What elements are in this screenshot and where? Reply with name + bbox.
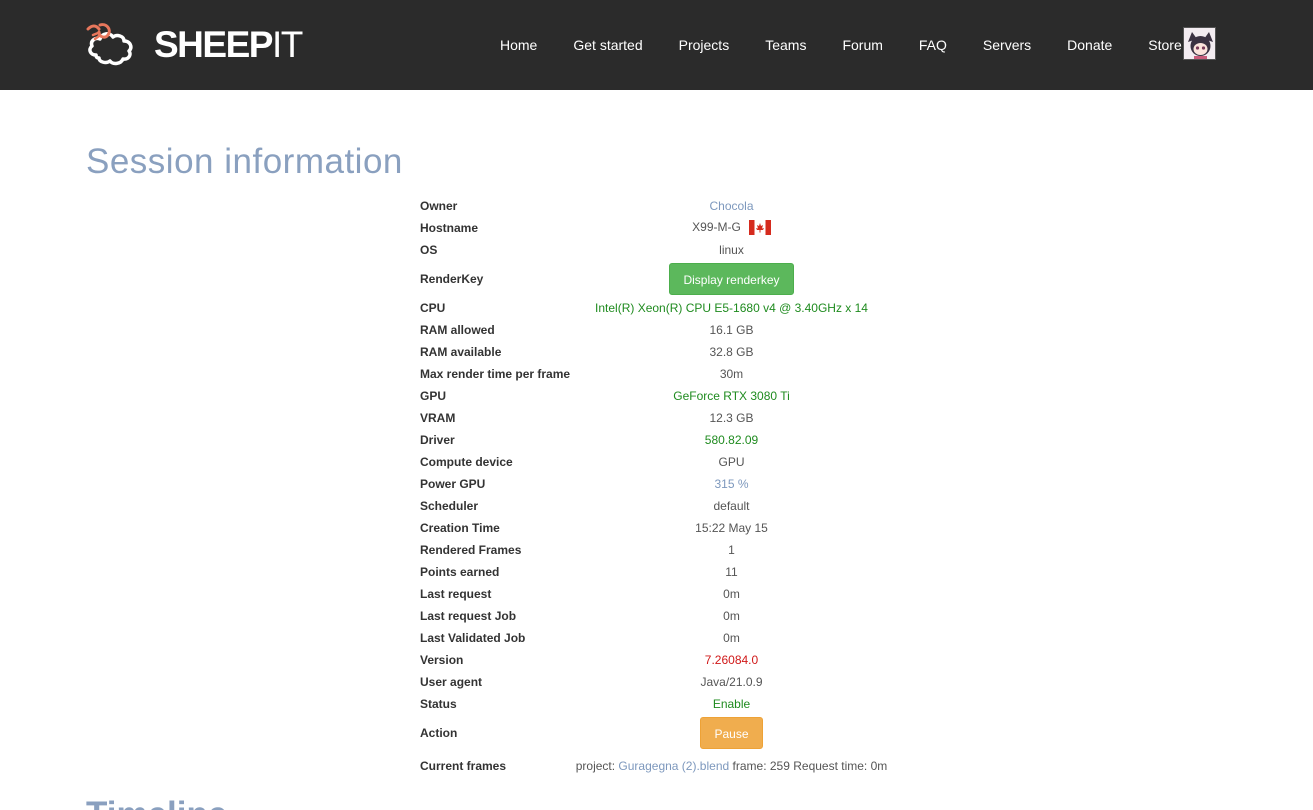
nav-faq[interactable]: FAQ (901, 0, 965, 90)
ram-allowed-value: 16.1 GB (709, 323, 754, 337)
brand-name-bold: SHEEP (154, 24, 273, 65)
row-gpu: GPU GeForce RTX 3080 Ti (420, 385, 1043, 407)
rendered-frames-value: 1 (728, 543, 735, 557)
row-max-render-time: Max render time per frame 30m (420, 363, 1043, 385)
ram-available-value: 32.8 GB (709, 345, 754, 359)
row-last-validated-job: Last Validated Job 0m (420, 627, 1043, 649)
row-vram: VRAM 12.3 GB (420, 407, 1043, 429)
row-last-request: Last request 0m (420, 583, 1043, 605)
row-current-frames: Current frames project: Guragegna (2).bl… (420, 751, 1043, 781)
avatar-icon (1184, 28, 1215, 59)
timeline-title: Timeline (86, 795, 227, 810)
row-owner: Owner Chocola (420, 195, 1043, 217)
row-action: Action Pause (420, 715, 1043, 751)
hostname-value: X99-M-G (692, 220, 741, 235)
last-request-value: 0m (723, 587, 740, 601)
row-creation-time: Creation Time 15:22 May 15 (420, 517, 1043, 539)
navbar: SHEEPIT Home Get started Projects Teams … (0, 0, 1313, 90)
row-status: Status Enable (420, 693, 1043, 715)
nav-projects[interactable]: Projects (661, 0, 748, 90)
last-validated-job-value: 0m (723, 631, 740, 645)
power-gpu-link[interactable]: 315 % (714, 477, 748, 491)
row-hostname: Hostname X99-M-G (420, 217, 1043, 239)
row-last-request-job: Last request Job 0m (420, 605, 1043, 627)
cpu-link[interactable]: Intel(R) Xeon(R) CPU E5-1680 v4 @ 3.40GH… (595, 301, 868, 315)
page-title: Session information (86, 142, 403, 181)
project-link[interactable]: Guragegna (2).blend (618, 759, 729, 773)
display-renderkey-button[interactable]: Display renderkey (669, 263, 794, 295)
max-render-time-value: 30m (719, 367, 744, 381)
row-compute-device: Compute device GPU (420, 451, 1043, 473)
row-user-agent: User agent Java/21.0.9 (420, 671, 1043, 693)
creation-time-value: 15:22 May 15 (695, 521, 768, 535)
row-os: OS linux (420, 239, 1043, 261)
nav-servers[interactable]: Servers (965, 0, 1049, 90)
row-ram-available: RAM available 32.8 GB (420, 341, 1043, 363)
user-agent-value: Java/21.0.9 (700, 675, 763, 689)
last-request-job-value: 0m (723, 609, 740, 623)
row-points-earned: Points earned 11 (420, 561, 1043, 583)
compute-device-value: GPU (718, 455, 745, 469)
request-time: Request time: 0m (793, 759, 888, 773)
nav-teams[interactable]: Teams (747, 0, 824, 90)
main-nav: Home Get started Projects Teams Forum FA… (482, 0, 1200, 90)
scheduler-value: default (713, 499, 750, 513)
frame-number: frame: 259 (732, 759, 790, 773)
row-rendered-frames: Rendered Frames 1 (420, 539, 1043, 561)
pause-button[interactable]: Pause (700, 717, 763, 749)
row-power-gpu: Power GPU 315 % (420, 473, 1043, 495)
project-prefix: project: (575, 759, 616, 773)
row-version: Version 7.26084.0 (420, 649, 1043, 671)
nav-home[interactable]: Home (482, 0, 555, 90)
user-avatar[interactable] (1183, 27, 1216, 60)
points-earned-value: 11 (725, 565, 738, 579)
row-cpu: CPU Intel(R) Xeon(R) CPU E5-1680 v4 @ 3.… (420, 297, 1043, 319)
sheep-logo-icon (86, 23, 133, 66)
nav-forum[interactable]: Forum (824, 0, 900, 90)
row-ram-allowed: RAM allowed 16.1 GB (420, 319, 1043, 341)
version-value: 7.26084.0 (704, 653, 759, 667)
vram-value: 12.3 GB (709, 411, 754, 425)
nav-donate[interactable]: Donate (1049, 0, 1130, 90)
row-driver: Driver 580.82.09 (420, 429, 1043, 451)
session-info-table: Owner Chocola Hostname X99-M-G OS linux … (420, 195, 1043, 781)
status-value: Enable (712, 697, 751, 711)
row-scheduler: Scheduler default (420, 495, 1043, 517)
brand-name: SHEEPIT (154, 18, 303, 72)
brand-name-light: IT (271, 24, 303, 65)
driver-value: 580.82.09 (704, 433, 759, 447)
row-renderkey: RenderKey Display renderkey (420, 261, 1043, 297)
nav-get-started[interactable]: Get started (555, 0, 660, 90)
gpu-link[interactable]: GeForce RTX 3080 Ti (673, 389, 790, 403)
brand-logo[interactable]: SHEEPIT (86, 18, 303, 72)
canada-flag-icon (748, 219, 771, 235)
os-value: linux (719, 243, 744, 257)
owner-link[interactable]: Chocola (709, 199, 753, 213)
